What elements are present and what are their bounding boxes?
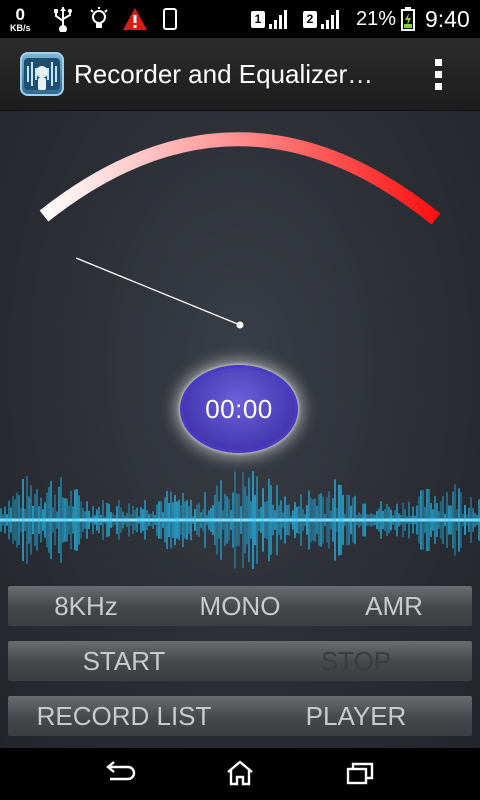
sim2-signal: 2 [303,0,342,38]
app-title: Recorder and Equalizer… [74,59,374,89]
signal-icon [321,10,339,29]
audio-waveform [0,471,480,569]
app-icon[interactable] [20,52,64,96]
player-button[interactable]: PLAYER [240,696,472,736]
needle-pivot [236,321,244,329]
system-nav-bar [0,748,480,800]
format-button[interactable]: AMR [316,586,472,626]
channel-button[interactable]: MONO [164,586,316,626]
action-bar: Recorder and Equalizer… [0,38,480,111]
battery-percent: 21% [356,7,397,30]
timer-value: 00:00 [205,393,273,424]
lightbulb-icon [88,0,110,38]
phone-icon [162,0,178,38]
status-bar: 0 KB/s 1 2 21% 9:40 [0,0,480,38]
data-rate-unit: KB/s [10,22,31,33]
controls-row: START STOP [8,641,472,681]
start-button[interactable]: START [8,641,240,681]
level-meter [39,132,441,329]
timer-display: 00:00 [180,365,298,453]
battery-icon [401,0,415,38]
signal-icon [269,10,287,29]
recent-apps-icon[interactable] [340,758,380,790]
data-rate-value: 0 [15,4,25,24]
navigation-row: RECORD LIST PLAYER [8,696,472,736]
stop-button[interactable]: STOP [240,641,472,681]
usb-icon [52,0,74,38]
sim1-badge: 1 [251,10,265,28]
clock: 9:40 [425,5,470,32]
recorder-panel: 00:00 8KHz MONO AMR START STOP RECORD LI… [0,111,480,748]
sample-rate-button[interactable]: 8KHz [8,586,164,626]
meter-arc [39,132,441,225]
settings-row: 8KHz MONO AMR [8,586,472,626]
home-icon[interactable] [220,758,260,790]
record-list-button[interactable]: RECORD LIST [8,696,240,736]
overflow-menu-icon[interactable] [420,52,456,96]
back-icon[interactable] [100,758,140,790]
warning-icon [122,0,148,38]
sim2-badge: 2 [303,10,317,28]
waveform-baseline [0,518,480,522]
data-rate-indicator: 0 KB/s [10,0,31,38]
meter-needle [75,257,241,326]
sim1-signal: 1 [251,0,290,38]
